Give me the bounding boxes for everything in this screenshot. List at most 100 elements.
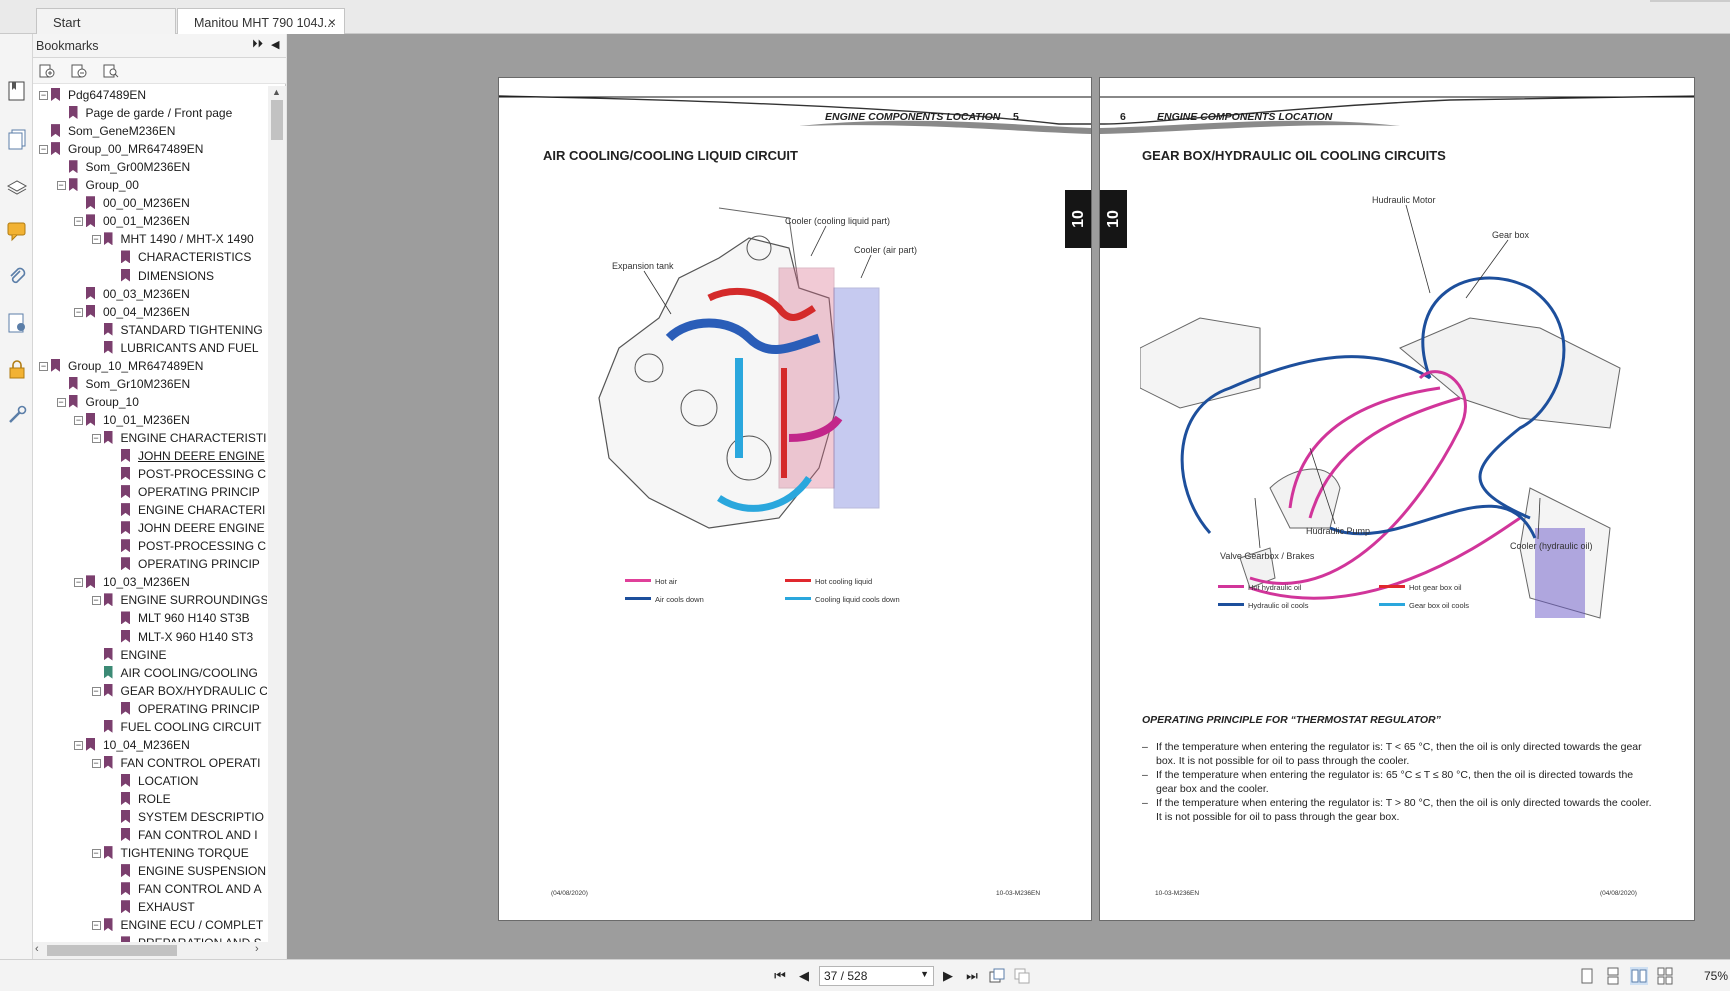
collapse-toggle-icon[interactable]: − [56,181,66,191]
bookmark-item[interactable]: − 10_04_M236EN [74,736,267,754]
bookmark-item[interactable]: Som_Gr10M236EN [57,375,268,393]
continuous-facing-view-icon[interactable] [1656,967,1674,985]
bookmark-item[interactable]: OPERATING PRINCIP [109,555,267,573]
last-page-icon[interactable]: ⏭ [963,968,981,984]
bookmarks-vertical-scrollbar[interactable]: ▲ ▼ [268,86,286,984]
bookmark-item[interactable]: 00_00_M236EN [74,194,267,212]
bookmark-item[interactable]: Som_GeneM236EN [39,122,267,140]
bookmarks-horizontal-scrollbar[interactable]: ‹ › [33,942,268,959]
previous-view-icon[interactable] [988,967,1006,985]
bookmark-item[interactable]: LOCATION [109,772,267,790]
scroll-right-icon[interactable]: › [255,943,259,955]
attachments-icon[interactable] [6,266,28,288]
continuous-view-icon[interactable] [1604,967,1622,985]
first-page-icon[interactable]: ⏮ [771,968,789,984]
zoom-level[interactable]: 75% [1704,969,1728,983]
bookmark-item[interactable]: 00_03_M236EN [74,285,267,303]
bookmark-item[interactable]: − Group_00_MR647489EN [39,140,267,158]
bookmark-item[interactable]: − MHT 1490 / MHT-X 1490 [91,230,268,248]
bookmark-item[interactable]: STANDARD TIGHTENING [92,321,268,339]
bookmark-item[interactable]: ROLE [109,790,267,808]
bookmark-item[interactable]: AIR COOLING/COOLING [92,664,268,682]
layers-icon[interactable] [6,174,28,196]
scroll-left-icon[interactable]: ‹ [35,943,39,955]
bookmark-item[interactable]: POST-PROCESSING C [109,465,267,483]
comments-icon[interactable] [6,220,28,242]
next-page-icon[interactable]: ▶ [939,968,957,984]
bookmark-item[interactable]: OPERATING PRINCIP [109,700,267,718]
bookmark-item[interactable]: − ENGINE ECU / COMPLET [91,916,268,934]
collapse-toggle-icon[interactable]: − [74,578,83,588]
bookmark-item[interactable]: FUEL COOLING CIRCUIT [92,718,268,736]
collapse-toggle-icon[interactable]: − [74,740,83,750]
chevron-down-icon[interactable]: ▼ [920,969,929,979]
bookmark-item[interactable]: FAN CONTROL AND A [109,880,267,898]
bookmark-item[interactable]: ENGINE [92,646,268,664]
collapse-toggle-icon[interactable]: − [39,91,48,100]
page-number-field[interactable]: 37 / 528 ▼ [819,966,934,986]
bookmark-item[interactable]: SYSTEM DESCRIPTIO [109,808,267,826]
bookmark-item[interactable]: OPERATING PRINCIP [109,483,267,501]
find-bookmark-icon[interactable] [103,63,119,79]
next-view-icon[interactable] [1013,967,1031,985]
bookmark-item[interactable]: − Group_10 [56,393,268,411]
tab-close-icon[interactable]: × [328,14,336,30]
bookmark-item[interactable]: ENGINE CHARACTERI [109,501,267,519]
bookmark-item[interactable]: DIMENSIONS [109,267,267,285]
collapse-toggle-icon[interactable]: − [91,433,101,443]
bookmark-item[interactable]: − ENGINE SURROUNDINGS [91,591,267,609]
signatures-icon[interactable] [6,312,28,334]
bookmark-item[interactable]: − Group_10_MR647489EN [39,357,267,375]
collapse-toggle-icon[interactable]: − [91,596,101,606]
collapse-panel-icon[interactable]: ◀ [271,38,279,51]
bookmark-item[interactable]: − 10_01_M236EN [74,411,267,429]
collapse-toggle-icon[interactable]: − [91,686,101,696]
collapse-toggle-icon[interactable]: − [39,145,48,155]
bookmark-item[interactable]: − GEAR BOX/HYDRAULIC C [91,682,267,700]
bookmark-item[interactable]: − 00_04_M236EN [74,303,267,321]
tab-start[interactable]: Start [36,8,176,34]
collapse-toggle-icon[interactable]: − [91,758,101,768]
bookmark-item[interactable]: Page de garde / Front page [57,104,268,122]
tab-document[interactable]: Manitou MHT 790 104J... × [177,8,345,35]
collapse-toggle-icon[interactable]: − [39,361,48,371]
collapse-toggle-icon[interactable]: − [91,849,101,859]
bookmark-item[interactable]: ENGINE SUSPENSION [109,862,267,880]
collapse-toggle-icon[interactable]: − [91,921,101,931]
tools-icon[interactable] [6,404,28,426]
bookmark-item[interactable]: LUBRICANTS AND FUEL [92,339,268,357]
expand-bookmark-icon[interactable] [39,63,55,79]
scroll-thumb[interactable] [271,100,283,140]
hscroll-thumb[interactable] [47,945,177,956]
bookmark-item[interactable]: MLT-X 960 H140 ST3 [109,628,267,646]
single-page-view-icon[interactable] [1578,967,1596,985]
bookmarks-panel-icon[interactable] [6,80,28,102]
collapse-toggle-icon[interactable]: − [74,415,83,425]
lock-icon[interactable] [6,358,28,380]
previous-page-icon[interactable]: ◀ [795,968,813,984]
bookmark-item[interactable]: JOHN DEERE ENGINE [109,447,267,465]
bookmark-item[interactable]: EXHAUST [109,898,267,916]
scroll-up-icon[interactable]: ▲ [272,87,281,97]
bookmark-item[interactable]: FAN CONTROL AND I [109,826,267,844]
bookmark-item[interactable]: − 00_01_M236EN [74,212,267,230]
facing-view-icon[interactable] [1630,967,1648,985]
bookmark-item[interactable]: − ENGINE CHARACTERISTI [91,429,268,447]
bookmark-item[interactable]: − FAN CONTROL OPERATI [91,754,268,772]
bookmark-item[interactable]: JOHN DEERE ENGINE [109,519,267,537]
bookmark-item[interactable]: − 10_03_M236EN [74,573,267,591]
pages-thumbnails-icon[interactable] [6,128,28,150]
collapse-toggle-icon[interactable]: − [56,397,66,407]
bookmark-item[interactable]: MLT 960 H140 ST3B [109,609,267,627]
bookmark-item[interactable]: Som_Gr00M236EN [57,158,268,176]
bookmark-item[interactable]: − TIGHTENING TORQUE [91,844,268,862]
collapse-toggle-icon[interactable]: − [91,235,101,245]
collapse-bookmark-icon[interactable] [71,63,87,79]
bookmark-item[interactable]: POST-PROCESSING C [109,537,267,555]
expand-panel-icon[interactable]: ⏵⏵ [252,38,263,51]
bookmark-item[interactable]: − Group_00 [56,176,268,194]
bookmark-item[interactable]: − Pdg647489EN [39,86,267,104]
collapse-toggle-icon[interactable]: − [74,307,83,317]
collapse-toggle-icon[interactable]: − [74,217,83,227]
bookmark-item[interactable]: CHARACTERISTICS [109,248,267,266]
